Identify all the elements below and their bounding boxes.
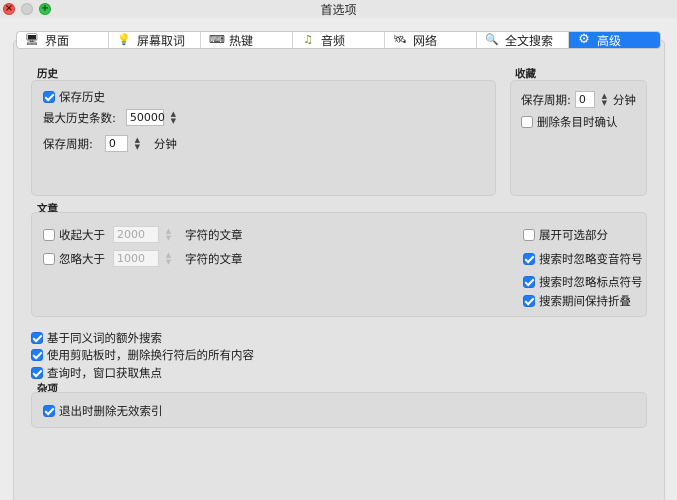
collapse-articles-checkbox[interactable] bbox=[43, 228, 55, 241]
chevron-down-icon: ▼ bbox=[165, 233, 172, 242]
focus-on-query-label: 查询时，窗口获取焦点 bbox=[47, 366, 162, 380]
max-history-row: 最大历史条数: 50000 ▲ ▼ bbox=[43, 109, 178, 126]
synonym-search-checkbox[interactable] bbox=[31, 332, 43, 344]
history-period-input[interactable]: 0 bbox=[104, 135, 128, 152]
window-title: 首选项 bbox=[320, 3, 357, 17]
ignore-articles-stepper[interactable]: ▲ ▼ bbox=[164, 250, 173, 267]
synonym-search-option[interactable]: 基于同义词的额外搜索 bbox=[31, 330, 162, 346]
ignore-articles-label: 忽略大于 bbox=[59, 251, 105, 266]
gear-icon: ⚙ bbox=[578, 32, 590, 47]
collapse-articles-input[interactable]: 2000 bbox=[113, 226, 159, 243]
favorites-period-unit: 分钟 bbox=[612, 92, 636, 107]
tab-hotkeys[interactable]: ⌨ 热键 bbox=[201, 32, 293, 48]
clipboard-strip-label: 使用剪贴板时，删除换行符后的所有内容 bbox=[47, 348, 254, 362]
max-history-input[interactable]: 50000 bbox=[125, 109, 165, 126]
expand-optional-checkbox[interactable] bbox=[523, 229, 535, 241]
focus-on-query-checkbox[interactable] bbox=[31, 367, 43, 379]
history-period-label: 保存周期: bbox=[43, 136, 93, 151]
collapse-articles-row: 收起大于 2000 ▲ ▼ 字符的文章 bbox=[43, 226, 243, 243]
history-period-stepper[interactable]: ▲ ▼ bbox=[133, 135, 142, 152]
save-history-label: 保存历史 bbox=[59, 90, 105, 104]
max-history-label: 最大历史条数: bbox=[43, 110, 116, 125]
tab-full-text-search[interactable]: 🔍 全文搜索 bbox=[477, 32, 569, 48]
chevron-down-icon: ▼ bbox=[165, 257, 172, 266]
history-section-title: 历史 bbox=[37, 68, 58, 80]
favorites-section-title: 收藏 bbox=[515, 68, 536, 80]
save-history-checkbox[interactable] bbox=[43, 91, 55, 103]
tab-label: 高级 bbox=[597, 33, 622, 48]
remove-invalid-index-label: 退出时删除无效索引 bbox=[59, 404, 163, 418]
clipboard-strip-option[interactable]: 使用剪贴板时，删除换行符后的所有内容 bbox=[31, 347, 254, 363]
keep-folded-label: 搜索期间保持折叠 bbox=[539, 294, 631, 308]
confirm-delete-label: 删除条目时确认 bbox=[537, 115, 618, 129]
confirm-delete-checkbox[interactable] bbox=[521, 116, 533, 128]
ignore-punctuation-label: 搜索时忽略标点符号 bbox=[539, 275, 643, 289]
keep-folded-option[interactable]: 搜索期间保持折叠 bbox=[523, 293, 631, 309]
favorites-period-row: 保存周期: 0 ▲ ▼ 分钟 bbox=[521, 91, 636, 108]
tab-bar: 🖥 界面 💡 屏幕取词 ⌨ 热键 ♫ 音频 🛰 网络 🔍 全文搜索 ⚙ 高级 bbox=[16, 31, 661, 49]
history-period-unit: 分钟 bbox=[153, 136, 177, 151]
expand-optional-option[interactable]: 展开可选部分 bbox=[523, 227, 608, 243]
ignore-diacritics-label: 搜索时忽略变音符号 bbox=[539, 252, 643, 266]
tab-audio[interactable]: ♫ 音频 bbox=[293, 32, 385, 48]
tab-label: 全文搜索 bbox=[505, 33, 554, 48]
remove-invalid-index-checkbox[interactable] bbox=[43, 405, 55, 417]
tab-advanced[interactable]: ⚙ 高级 bbox=[569, 32, 660, 48]
chevron-down-icon: ▼ bbox=[601, 98, 608, 107]
tab-label: 音频 bbox=[321, 33, 346, 48]
favorites-period-input[interactable]: 0 bbox=[574, 91, 595, 108]
tab-network[interactable]: 🛰 网络 bbox=[385, 32, 477, 48]
expand-optional-label: 展开可选部分 bbox=[539, 228, 608, 242]
tab-screen-capture[interactable]: 💡 屏幕取词 bbox=[109, 32, 201, 48]
music-note-icon: ♫ bbox=[303, 33, 313, 46]
max-history-stepper[interactable]: ▲ ▼ bbox=[169, 109, 178, 126]
favorites-period-stepper[interactable]: ▲ ▼ bbox=[600, 91, 609, 108]
ignore-articles-checkbox[interactable] bbox=[43, 252, 55, 265]
synonym-search-label: 基于同义词的额外搜索 bbox=[47, 331, 162, 345]
confirm-delete-option[interactable]: 删除条目时确认 bbox=[521, 114, 618, 130]
focus-on-query-option[interactable]: 查询时，窗口获取焦点 bbox=[31, 365, 162, 381]
collapse-articles-suffix: 字符的文章 bbox=[185, 227, 243, 242]
network-icon: 🛰 bbox=[393, 33, 407, 46]
tab-label: 网络 bbox=[413, 33, 438, 48]
ignore-articles-suffix: 字符的文章 bbox=[185, 251, 243, 266]
ignore-punctuation-checkbox[interactable] bbox=[523, 276, 535, 288]
title-bar: × + 首选项 bbox=[0, 0, 677, 18]
chevron-down-icon: ▼ bbox=[134, 142, 141, 151]
ignore-punctuation-option[interactable]: 搜索时忽略标点符号 bbox=[523, 274, 643, 290]
favorites-period-label: 保存周期: bbox=[521, 92, 571, 107]
keep-folded-checkbox[interactable] bbox=[523, 295, 535, 307]
ignore-diacritics-option[interactable]: 搜索时忽略变音符号 bbox=[523, 251, 643, 267]
tab-interface[interactable]: 🖥 界面 bbox=[17, 32, 109, 48]
history-period-row: 保存周期: 0 ▲ ▼ 分钟 bbox=[43, 135, 177, 152]
tab-label: 屏幕取词 bbox=[137, 33, 186, 48]
remove-invalid-index-option[interactable]: 退出时删除无效索引 bbox=[43, 403, 163, 419]
ignore-articles-input[interactable]: 1000 bbox=[113, 250, 159, 267]
tab-label: 热键 bbox=[229, 33, 254, 48]
collapse-articles-stepper[interactable]: ▲ ▼ bbox=[164, 226, 173, 243]
save-history-option[interactable]: 保存历史 bbox=[43, 89, 105, 105]
tab-label: 界面 bbox=[45, 33, 70, 48]
lightbulb-icon: 💡 bbox=[117, 33, 131, 46]
ignore-articles-row: 忽略大于 1000 ▲ ▼ 字符的文章 bbox=[43, 250, 243, 267]
clipboard-strip-checkbox[interactable] bbox=[31, 349, 43, 361]
chevron-down-icon: ▼ bbox=[170, 116, 177, 125]
ignore-diacritics-checkbox[interactable] bbox=[523, 253, 535, 265]
collapse-articles-label: 收起大于 bbox=[59, 227, 105, 242]
search-icon: 🔍 bbox=[485, 33, 499, 46]
keyboard-icon: ⌨ bbox=[209, 33, 225, 46]
monitor-icon: 🖥 bbox=[25, 33, 39, 46]
